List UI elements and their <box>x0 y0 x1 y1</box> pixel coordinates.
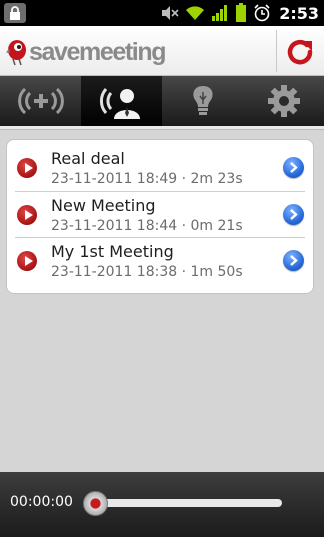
alarm-icon <box>253 4 271 22</box>
mute-icon <box>161 5 179 21</box>
chevron-right-icon[interactable] <box>283 250 304 271</box>
add-meeting-icon <box>17 87 64 115</box>
meeting-meta: 23-11-2011 18:49 · 2m 23s <box>51 171 243 187</box>
tab-meetings[interactable] <box>81 76 162 126</box>
list-item[interactable]: My 1st Meeting 23-11-2011 18:38 · 1m 50s <box>7 237 313 284</box>
play-icon[interactable] <box>17 158 37 178</box>
meeting-speaker-icon <box>99 88 140 119</box>
play-icon[interactable] <box>17 251 37 271</box>
main-tabs <box>0 76 324 126</box>
seek-thumb[interactable] <box>83 491 108 516</box>
title-divider <box>276 30 277 72</box>
tab-underline-strip <box>0 126 324 130</box>
battery-icon <box>235 3 247 23</box>
refresh-icon <box>287 39 313 65</box>
tab-ideas[interactable] <box>162 76 243 126</box>
wifi-icon <box>185 5 205 21</box>
meeting-meta: 23-11-2011 18:44 · 0m 21s <box>51 218 243 234</box>
list-item[interactable]: Real deal 23-11-2011 18:49 · 2m 23s <box>7 144 313 191</box>
ideas-bulb-icon <box>192 86 213 115</box>
app-logo: savemeeting <box>6 36 166 68</box>
chevron-right-icon[interactable] <box>283 157 304 178</box>
lock-icon <box>4 3 26 23</box>
refresh-button[interactable] <box>282 34 318 70</box>
list-item[interactable]: New Meeting 23-11-2011 18:44 · 0m 21s <box>7 191 313 238</box>
parrot-logo-icon <box>6 40 26 66</box>
signal-icon <box>211 4 229 22</box>
status-bar: 2:53 <box>0 0 324 26</box>
play-icon[interactable] <box>17 205 37 225</box>
meeting-title: Real deal <box>51 149 125 168</box>
tab-settings[interactable] <box>243 76 324 126</box>
app-title-bar: savemeeting <box>0 26 324 76</box>
seek-bar[interactable] <box>92 499 282 507</box>
player-bar: 00:00:00 <box>0 472 324 537</box>
meeting-title: My 1st Meeting <box>51 242 174 261</box>
chevron-right-icon[interactable] <box>283 204 304 225</box>
playback-time: 00:00:00 <box>10 494 73 510</box>
settings-gear-icon <box>267 85 300 117</box>
meeting-title: New Meeting <box>51 196 156 215</box>
clock-time: 2:53 <box>279 3 319 23</box>
meeting-meta: 23-11-2011 18:38 · 1m 50s <box>51 264 243 280</box>
tab-add-meeting[interactable] <box>0 76 81 126</box>
meeting-list: Real deal 23-11-2011 18:49 · 2m 23s New … <box>6 139 314 294</box>
logo-text: savemeeting <box>29 37 166 66</box>
